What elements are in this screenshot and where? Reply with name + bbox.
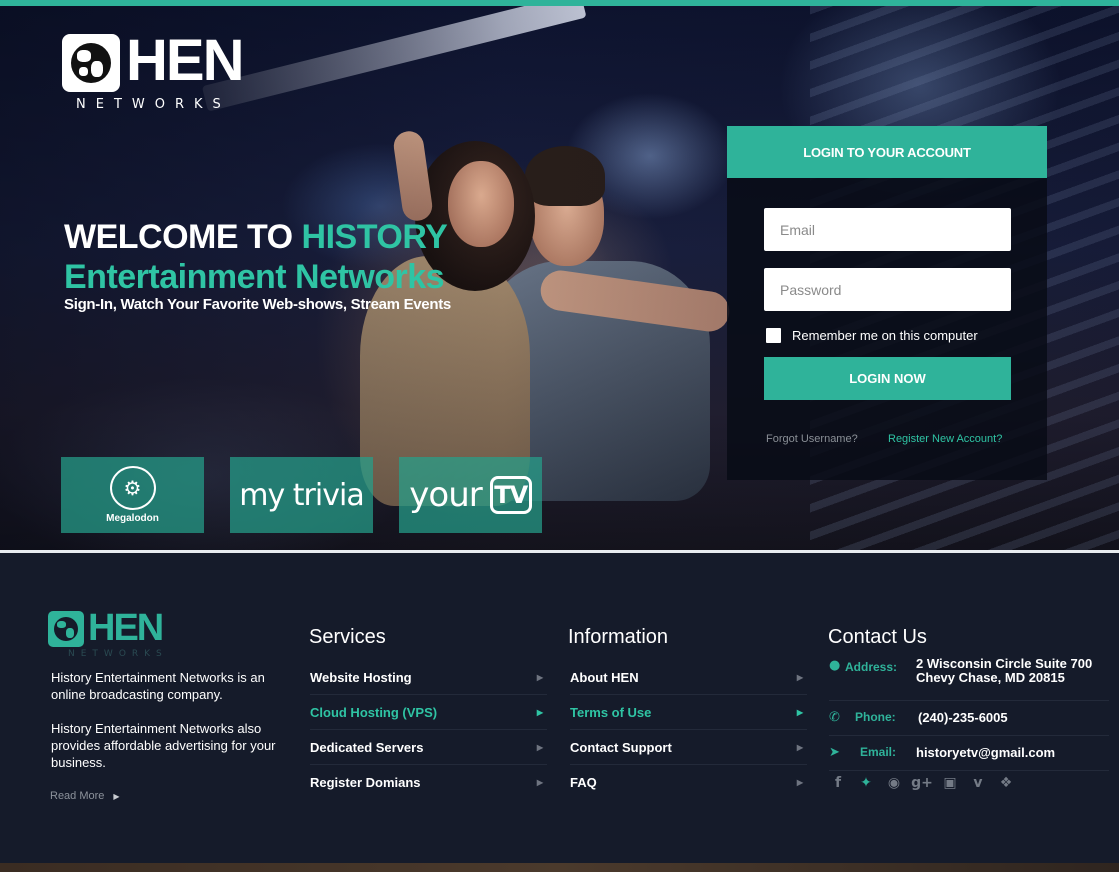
- remember-me[interactable]: Remember me on this computer: [766, 328, 978, 343]
- hero-banner: HEN NETWORKS WELCOME TO HISTORY Entertai…: [0, 6, 1119, 550]
- welcome-heading: WELCOME TO HISTORY: [64, 218, 448, 257]
- about-paragraph: History Entertainment Networks also prov…: [51, 721, 276, 770]
- footer-logo-subtext: NETWORKS: [68, 649, 168, 659]
- read-more-link[interactable]: Read More ▶: [50, 790, 120, 802]
- information-item[interactable]: About HEN ▶: [570, 660, 807, 695]
- services-item[interactable]: Cloud Hosting (VPS) ▶: [310, 695, 547, 730]
- twitter-icon[interactable]: ✦: [857, 775, 875, 791]
- chevron-right-icon: ▶: [796, 742, 803, 752]
- megalodon-logo-icon: ⚙: [109, 466, 156, 510]
- services-item[interactable]: Dedicated Servers ▶: [310, 730, 547, 765]
- brand-tile-my-trivia[interactable]: my trivia: [230, 457, 373, 533]
- services-item-label: Cloud Hosting (VPS): [310, 704, 438, 720]
- footer-logo[interactable]: HEN NETWORKS: [48, 607, 178, 661]
- forgot-username-link[interactable]: Forgot Username?: [766, 433, 858, 445]
- globe-icon: [62, 34, 120, 92]
- welcome-accent: HISTORY: [301, 218, 448, 256]
- hero-tagline: Sign-In, Watch Your Favorite Web-shows, …: [64, 296, 451, 313]
- information-item-label: FAQ: [570, 775, 597, 790]
- address-label: Address:: [845, 660, 898, 674]
- site-logo[interactable]: HEN NETWORKS: [62, 30, 252, 114]
- login-button[interactable]: LOGIN NOW: [764, 357, 1011, 400]
- chevron-right-icon: ▶: [536, 778, 543, 787]
- email-label: Email:: [860, 745, 897, 759]
- information-item[interactable]: Contact Support ▶: [570, 730, 807, 765]
- site-footer: HEN NETWORKS History Entertainment Netwo…: [0, 553, 1119, 863]
- services-item[interactable]: Register Domians ▶: [310, 765, 547, 800]
- read-more-label: Read More: [50, 790, 105, 802]
- information-item[interactable]: Terms of Use ▶: [570, 695, 807, 730]
- information-item-label: Contact Support: [570, 739, 672, 755]
- address-line2: Chevy Chase, MD 20815: [916, 670, 1065, 685]
- phone-icon: ✆: [829, 710, 840, 725]
- tv-icon: TV: [489, 476, 532, 514]
- services-title: Services: [309, 626, 386, 648]
- chevron-right-icon: ▶: [536, 707, 543, 717]
- dropbox-icon[interactable]: ❖: [997, 775, 1015, 791]
- remember-me-checkbox[interactable]: [766, 328, 781, 343]
- contact-title: Contact Us: [828, 626, 927, 648]
- brand-megalodon-name: Megalodon: [106, 513, 159, 524]
- google-plus-icon[interactable]: g+: [911, 775, 933, 791]
- facebook-icon[interactable]: f: [829, 775, 847, 791]
- chevron-right-icon: ▶: [113, 791, 120, 801]
- brand-tile-megalodon[interactable]: ⚙ Megalodon: [61, 457, 204, 533]
- logo-subtext: NETWORKS: [76, 97, 231, 112]
- map-marker-icon: ●: [829, 658, 841, 673]
- brand-my-trivia-name: my trivia: [239, 477, 364, 513]
- chevron-right-icon: ▶: [536, 742, 543, 752]
- instagram-icon[interactable]: ▣: [941, 775, 959, 791]
- send-icon: ➤: [829, 745, 840, 760]
- remember-me-label: Remember me on this computer: [792, 328, 978, 343]
- logo-wordmark: HEN: [126, 28, 244, 93]
- vimeo-icon[interactable]: v: [969, 775, 987, 791]
- services-menu: Website Hosting ▶ Cloud Hosting (VPS) ▶ De…: [310, 660, 547, 800]
- welcome-prefix: WELCOME TO: [64, 218, 293, 256]
- password-field[interactable]: [764, 268, 1011, 311]
- about-paragraph: History Entertainment Networks is an onl…: [51, 670, 265, 702]
- login-title: LOGIN TO YOUR ACCOUNT: [727, 126, 1047, 178]
- services-item-label: Website Hosting: [310, 669, 412, 685]
- services-item[interactable]: Website Hosting ▶: [310, 660, 547, 695]
- chevron-right-icon: ▶: [796, 672, 803, 682]
- chevron-right-icon: ▶: [796, 707, 803, 717]
- footer-logo-wordmark: HEN: [88, 607, 164, 649]
- information-menu: About HEN ▶ Terms of Use ▶ Contact Support…: [570, 660, 807, 800]
- address-line1: 2 Wisconsin Circle Suite 700: [916, 656, 1093, 671]
- footer-about: History Entertainment Networks is an onl…: [51, 669, 291, 771]
- services-item-label: Dedicated Servers: [310, 739, 424, 755]
- welcome-heading-line2: Entertainment Networks: [64, 258, 445, 296]
- information-item[interactable]: FAQ ▶: [570, 765, 807, 800]
- contact-address: ● Address: 2 Wisconsin Circle Suite 700 …: [829, 657, 1109, 701]
- email-value[interactable]: historyetv@gmail.com: [916, 746, 1055, 759]
- contact-phone: ✆ Phone: (240)-235-6005: [829, 701, 1109, 736]
- chevron-right-icon: ▶: [796, 778, 803, 787]
- dribbble-icon[interactable]: ◉: [885, 775, 903, 791]
- contact-email: ➤ Email: historyetv@gmail.com: [829, 736, 1109, 771]
- information-item-label: About HEN: [570, 669, 639, 685]
- bottom-strip: [0, 863, 1119, 872]
- email-field[interactable]: [764, 208, 1011, 251]
- phone-value[interactable]: (240)-235-6005: [918, 711, 1008, 724]
- register-account-link[interactable]: Register New Account?: [888, 433, 1002, 445]
- brand-tile-your-tv[interactable]: your TV: [399, 457, 542, 533]
- contact-details: ● Address: 2 Wisconsin Circle Suite 700 …: [829, 657, 1109, 771]
- social-links: f ✦ ◉ g+ ▣ v ❖: [829, 775, 1015, 791]
- chevron-right-icon: ▶: [536, 672, 543, 682]
- globe-icon: [48, 611, 84, 647]
- information-item-label: Terms of Use: [570, 704, 652, 720]
- phone-label: Phone:: [855, 710, 896, 724]
- information-title: Information: [568, 626, 669, 648]
- login-panel: LOGIN TO YOUR ACCOUNT Remember me on thi…: [727, 126, 1047, 480]
- services-item-label: Register Domians: [310, 775, 421, 790]
- brand-your-tv-name: your: [409, 475, 482, 515]
